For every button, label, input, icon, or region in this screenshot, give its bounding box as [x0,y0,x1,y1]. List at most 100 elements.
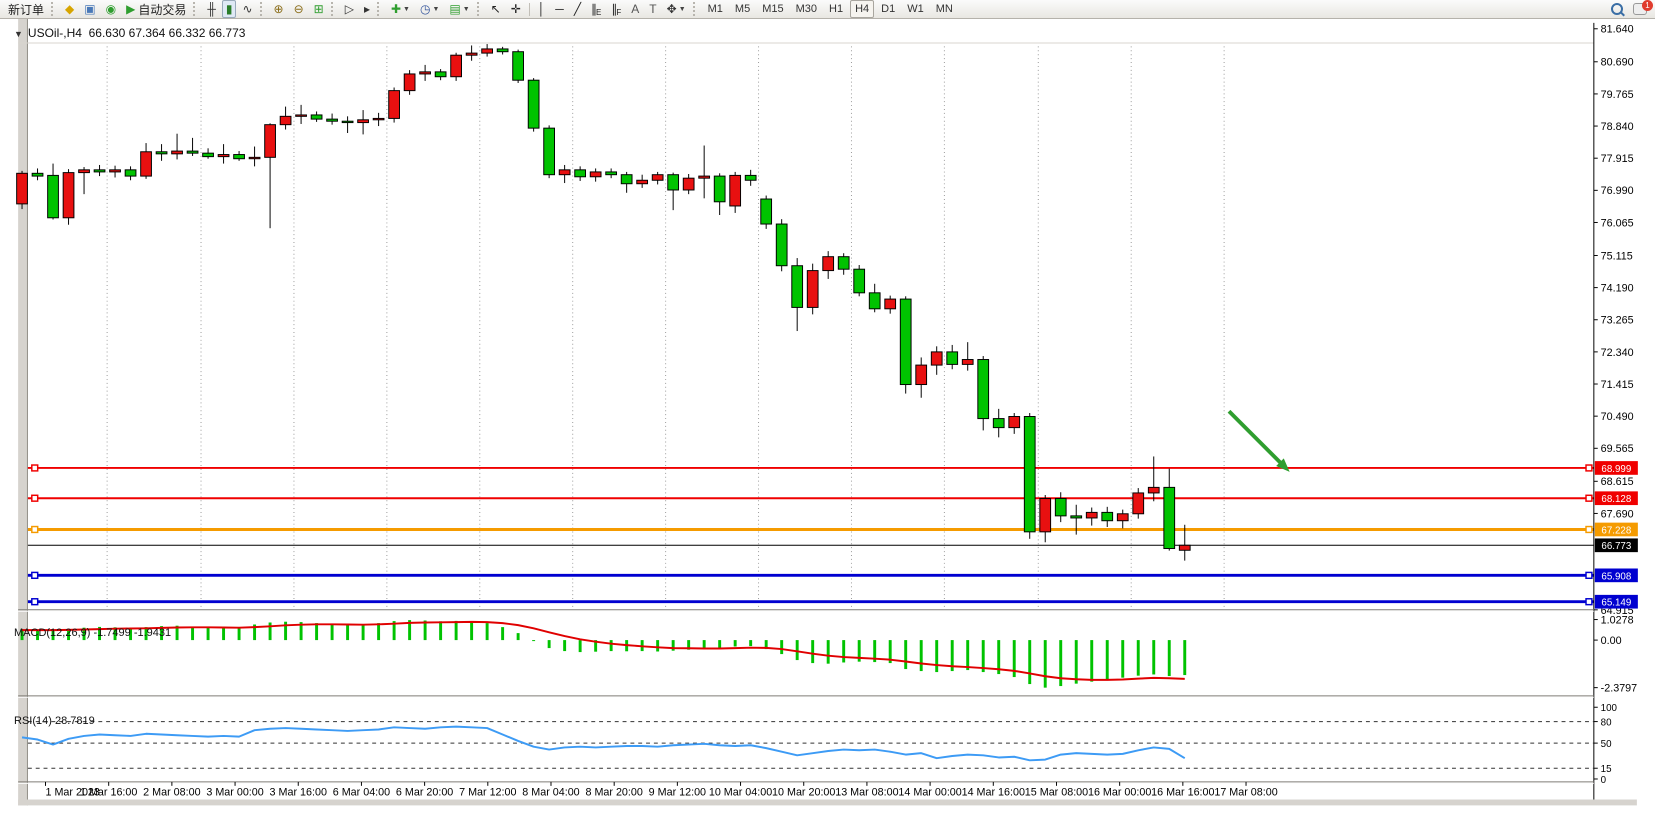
line-handle[interactable] [1586,495,1592,501]
chart-shift-icon[interactable]: ▸ [360,0,374,18]
line-handle[interactable] [1586,527,1592,533]
zoom-in-icon: ⊕ [274,3,284,15]
candle-body [1133,493,1144,514]
price-axis-label: 80.690 [1601,57,1634,69]
price-axis-label: 81.640 [1601,24,1634,36]
line-handle[interactable] [32,527,38,533]
crosshair-icon[interactable]: ✛ [507,0,525,18]
auto-trading-icon: ▶ [126,3,135,15]
candle-body [621,175,632,184]
line-handle[interactable] [1586,465,1592,471]
data-window-icon[interactable]: ◉ [102,0,120,18]
time-axis-label: 3 Mar 00:00 [206,787,263,799]
candle-body [265,125,276,158]
trendline-icon[interactable]: ╱ [570,0,585,18]
profiles-icon[interactable]: ◆ [61,0,78,18]
rsi-axis-label: 80 [1601,718,1612,729]
auto-scroll-icon: ▷ [345,3,354,15]
templates-button[interactable]: ▤▼ [445,0,473,18]
candle-body [451,55,462,77]
text-icon[interactable]: A [627,0,643,18]
price-badge-label: 66.773 [1601,541,1631,552]
zoom-in-icon[interactable]: ⊕ [270,0,288,18]
candle-body [110,170,121,172]
candle-body [327,119,338,121]
fibonacci-icon[interactable]: ∥F [607,0,625,18]
price-badge-label: 68.999 [1601,464,1631,475]
candle-body [807,271,818,308]
timeframe-w1[interactable]: W1 [902,0,929,18]
price-axis-label: 76.065 [1601,217,1634,229]
candle-body [94,170,105,172]
dropdown-caret-icon: ▼ [463,6,470,13]
timeframe-h1[interactable]: H1 [824,0,848,18]
dropdown-caret-icon: ▼ [432,6,439,13]
auto-scroll-icon[interactable]: ▷ [341,0,358,18]
candle-body [590,172,601,177]
time-axis-label: 3 Mar 16:00 [270,787,327,799]
rsi-axis-label: 15 [1601,764,1612,775]
timeframe-mn[interactable]: MN [931,0,958,18]
notifications-icon[interactable]: 1 [1629,0,1651,18]
timeframe-m30[interactable]: M30 [791,0,822,18]
price-axis-label: 73.265 [1601,315,1634,327]
timeframe-m1[interactable]: M1 [703,0,728,18]
line-handle[interactable] [32,572,38,578]
line-chart-mode-icon[interactable]: ∿ [238,0,256,18]
arrows-icon[interactable]: ✥▼ [663,0,690,18]
line-handle[interactable] [32,599,38,605]
candle-body [1148,487,1159,493]
macd-label: MACD(12,26,9) -1.7499 -1.9431 [14,627,171,639]
cursor-icon[interactable]: ↖ [487,0,505,18]
price-axis-label: 76.990 [1601,185,1634,197]
line-handle[interactable] [32,465,38,471]
window-bottom-border [18,800,1637,806]
candle-body [683,178,694,190]
zoom-out-icon[interactable]: ⊖ [290,0,308,18]
candlestick-mode-icon[interactable]: ▮ [222,0,237,18]
horizontal-line-icon: ─ [555,3,564,15]
line-handle[interactable] [32,495,38,501]
candle-body [141,152,152,176]
search-icon[interactable] [1607,0,1627,18]
candle-body [544,128,555,175]
dropdown-caret-icon: ▼ [679,6,686,13]
line-handle[interactable] [1586,572,1592,578]
new-chart-button[interactable]: ✚▼ [387,0,414,18]
candle-body [280,116,291,124]
timeframe-d1[interactable]: D1 [876,0,900,18]
price-chart-canvas[interactable]: 81.64080.69079.76578.84077.91576.99076.0… [0,19,1655,822]
line-handle[interactable] [1586,599,1592,605]
chart-shift-icon: ▸ [364,3,370,15]
tile-windows-icon[interactable]: ⊞ [310,0,328,18]
candle-body [1040,498,1051,531]
text-label-icon[interactable]: T [645,0,660,18]
main-toolbar: 新订单 ◆▣◉▶自动交易 ╫▮∿ ⊕ ⊖ ⊞ ▷ ▸ ✚▼◷▼▤▼ ↖✛ │ ─ ╱∥E∥FAT✥▼ M1… [0,0,1655,19]
timeframe-m5[interactable]: M5 [730,0,755,18]
price-axis-label: 79.765 [1601,89,1634,101]
vertical-line-icon[interactable]: │ [534,0,550,18]
candle-body [1024,417,1035,532]
horizontal-line-icon[interactable]: ─ [551,0,568,18]
periods-button[interactable]: ◷▼ [416,0,443,18]
price-badge-label: 67.228 [1601,525,1631,536]
bar-chart-mode-icon[interactable]: ╫ [203,0,220,18]
chevron-down-icon[interactable]: ▼ [14,29,23,39]
terminal-panel-icon[interactable]: ▣ [80,0,99,18]
candle-body [249,157,260,158]
candle-body [668,175,679,190]
candle-body [234,155,245,159]
timeframe-h4[interactable]: H4 [850,0,874,18]
price-axis-label: 69.565 [1601,443,1634,455]
timeframe-m15[interactable]: M15 [757,0,788,18]
toolbar-grip [693,2,700,16]
equidistant-channel-icon[interactable]: ∥E [587,0,605,18]
candle-body [885,299,896,309]
new-order-button[interactable]: 新订单 [4,0,48,18]
candle-body [420,72,431,74]
auto-trading-button[interactable]: ▶自动交易 [122,0,190,18]
time-axis-label: 8 Mar 20:00 [585,787,642,799]
tile-windows-icon: ⊞ [314,3,324,15]
candle-body [482,49,493,53]
price-badge-label: 68.128 [1601,494,1631,505]
